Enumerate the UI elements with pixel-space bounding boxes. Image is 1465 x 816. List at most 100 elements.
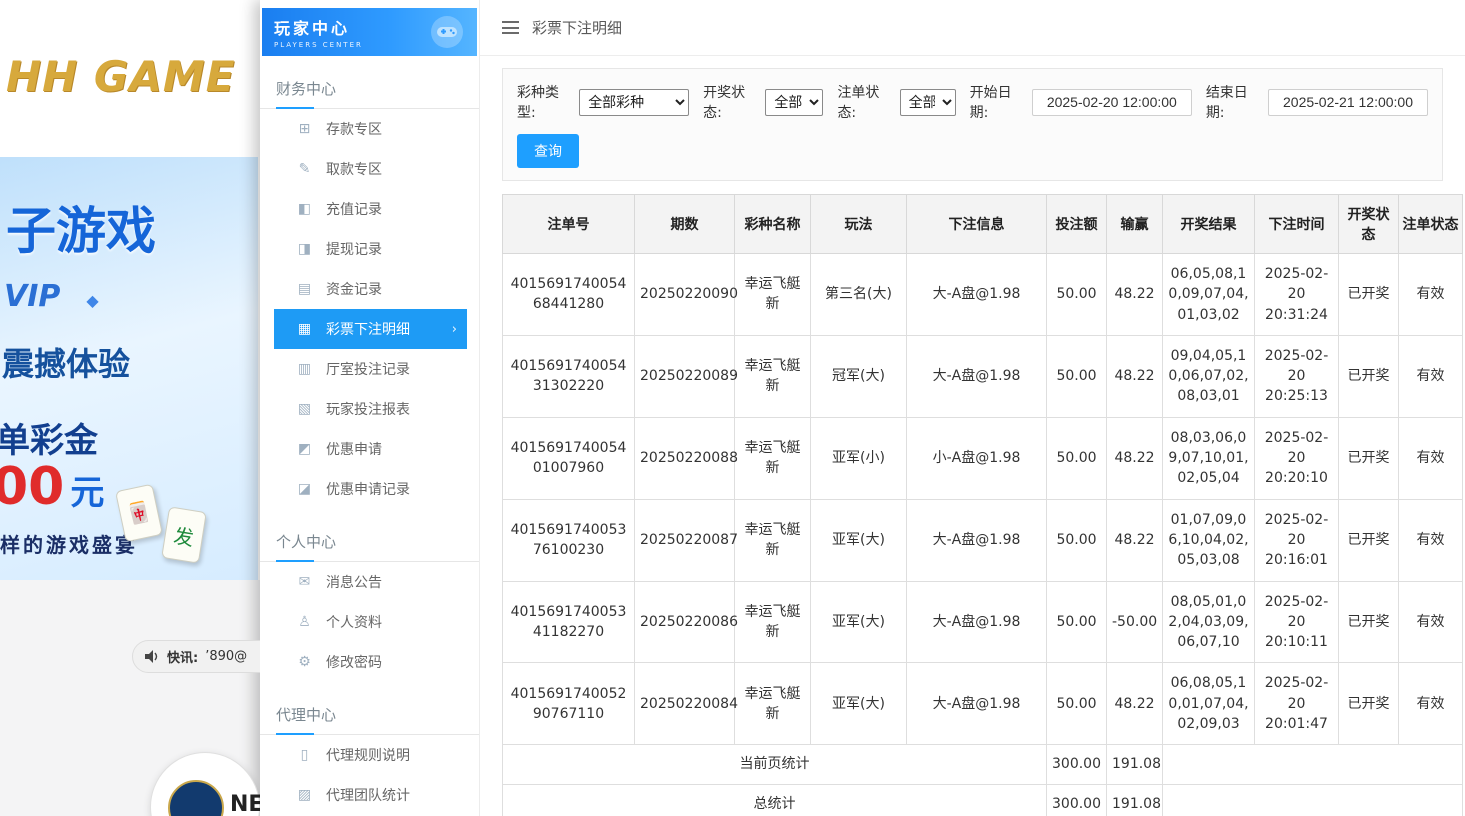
sidebar-item[interactable]: ◩优惠申请	[260, 429, 479, 469]
header-row: 注单号期数彩种名称玩法下注信息投注额输赢开奖结果下注时间开奖状态注单状态	[503, 195, 1463, 254]
banner-amount-number: 00	[0, 457, 64, 517]
sidebar-item[interactable]: ▦彩票下注明细›	[274, 309, 467, 349]
table-cell: 401569174005468441280	[503, 254, 635, 336]
table-body: 40156917400546844128020250220090幸运飞艇新第三名…	[503, 254, 1463, 816]
partner-logo-text: NE	[230, 792, 260, 816]
banner-shock-text: 震撼体验	[2, 339, 130, 385]
ticker-text: ’890@	[205, 649, 247, 664]
summary-row: 当前页统计300.00191.08	[503, 745, 1463, 784]
table-cell: 20250220087	[635, 499, 735, 581]
table-cell: 大-A盘@1.98	[907, 663, 1047, 745]
table-cell: 幸运飞艇新	[735, 417, 811, 499]
table-cell: 401569174005401007960	[503, 417, 635, 499]
sidebar-section-title: 财务中心	[260, 70, 479, 109]
column-header: 注单状态	[1399, 195, 1463, 254]
table-cell: 401569174005341182270	[503, 581, 635, 663]
table-cell: 有效	[1399, 581, 1463, 663]
search-button[interactable]: 查询	[517, 134, 579, 168]
news-ticker: 快讯: ’890@	[132, 640, 260, 673]
lottery-type-select[interactable]: 全部彩种	[579, 89, 689, 116]
page-title: 彩票下注明细	[532, 17, 622, 38]
summary-winloss-total: 191.08	[1107, 784, 1163, 816]
deposit-icon: ⊞	[296, 121, 313, 137]
summary-empty	[1163, 745, 1463, 784]
sidebar-item[interactable]: ◧充值记录	[260, 189, 479, 229]
sidebar-item[interactable]: ✎取款专区	[260, 149, 479, 189]
table-cell: 20250220088	[635, 417, 735, 499]
sidebar-item[interactable]: ▥厅室投注记录	[260, 349, 479, 389]
banner-vip: VIP ◆	[4, 279, 99, 314]
sidebar-item-label: 优惠申请	[326, 439, 382, 459]
sidebar-item[interactable]: ▯ 代理规则说明	[260, 735, 479, 775]
table-cell: 有效	[1399, 335, 1463, 417]
table-cell: 已开奖	[1339, 417, 1399, 499]
table-cell: 50.00	[1047, 581, 1107, 663]
table-cell: 48.22	[1107, 499, 1163, 581]
table-cell: 48.22	[1107, 254, 1163, 336]
draw-status-select[interactable]: 全部	[765, 89, 823, 116]
gamepad-icon	[431, 16, 463, 48]
table-cell: 50.00	[1047, 335, 1107, 417]
sidebar-item-label: 代理规则说明	[326, 745, 410, 765]
table-cell: 已开奖	[1339, 254, 1399, 336]
table-cell: 幸运飞艇新	[735, 499, 811, 581]
bet-status-select[interactable]: 全部	[900, 89, 956, 116]
sidebar-section-title: 代理中心	[260, 696, 479, 735]
agent-rules-icon: ▯	[296, 747, 313, 763]
summary-empty	[1163, 784, 1463, 816]
table-cell: 01,07,09,06,10,04,02,05,03,08	[1163, 499, 1255, 581]
table-cell: 08,03,06,09,07,10,01,02,05,04	[1163, 417, 1255, 499]
start-date-input[interactable]	[1032, 89, 1192, 116]
table-cell: 20250220090	[635, 254, 735, 336]
sidebar-item[interactable]: ⊞存款专区	[260, 109, 479, 149]
diamond-icon: ◆	[86, 291, 98, 310]
sidebar-header: 玩家中心 PLAYERS CENTER	[262, 8, 477, 56]
promo-banner: 子游戏 VIP◆ 震撼体验 单彩金 00元 样的游戏盛宴 🀄 发	[0, 157, 258, 580]
table-cell: 已开奖	[1339, 663, 1399, 745]
sidebar-item-label: 代理团队统计	[326, 785, 410, 805]
table-cell: 20250220089	[635, 335, 735, 417]
summary-winloss-total: 191.08	[1107, 745, 1163, 784]
profile-icon: ♙	[296, 614, 313, 630]
sidebar-item[interactable]: ▧ 玩家投注报表	[260, 389, 479, 429]
player-report-icon: ▧	[296, 401, 313, 417]
column-header: 期数	[635, 195, 735, 254]
sidebar-item[interactable]: ♙个人资料	[260, 602, 479, 642]
column-header: 注单号	[503, 195, 635, 254]
sidebar-item[interactable]: ⚙修改密码	[260, 642, 479, 682]
table-cell: 401569174005290767110	[503, 663, 635, 745]
table-cell: 大-A盘@1.98	[907, 254, 1047, 336]
sidebar-item[interactable]: ◨提现记录	[260, 229, 479, 269]
table-cell: 亚军(大)	[811, 499, 907, 581]
sidebar-item[interactable]: ▨代理团队统计	[260, 775, 479, 815]
message-icon: ✉	[296, 574, 313, 590]
table-cell: 08,05,01,02,04,03,09,06,07,10	[1163, 581, 1255, 663]
speaker-icon	[145, 650, 160, 663]
banner-amount-unit: 元	[70, 473, 104, 513]
table-cell: 50.00	[1047, 499, 1107, 581]
sidebar-item[interactable]: ◪优惠申请记录	[260, 469, 479, 509]
topbar: 彩票下注明细	[480, 0, 1465, 56]
start-date-label: 开始日期:	[970, 82, 1026, 122]
table-cell: 大-A盘@1.98	[907, 335, 1047, 417]
promo-record-icon: ◪	[296, 481, 313, 497]
main-area: 彩票下注明细 彩种类型: 全部彩种 开奖状态: 全部 注单状态:	[480, 0, 1465, 816]
banner-vip-text: VIP	[4, 279, 60, 314]
menu-icon[interactable]	[502, 21, 519, 34]
table-cell: 小-A盘@1.98	[907, 417, 1047, 499]
password-gear-icon: ⚙	[296, 654, 313, 670]
table-cell: 冠军(大)	[811, 335, 907, 417]
table-cell: 亚军(大)	[811, 663, 907, 745]
end-date-input[interactable]	[1268, 89, 1428, 116]
ticker-label: 快讯:	[167, 647, 198, 666]
withdraw-icon: ✎	[296, 161, 313, 177]
table-row: 40156917400546844128020250220090幸运飞艇新第三名…	[503, 254, 1463, 336]
sidebar-item[interactable]: ✉ 消息公告	[260, 562, 479, 602]
table-cell: 2025-02-20 20:16:01	[1255, 499, 1339, 581]
sidebar-item-label: 玩家投注报表	[326, 399, 410, 419]
sidebar-item[interactable]: ▤资金记录	[260, 269, 479, 309]
banner-bonus-text: 单彩金	[0, 413, 98, 462]
table-cell: 大-A盘@1.98	[907, 499, 1047, 581]
sidebar-item-label: 消息公告	[326, 572, 382, 592]
table-row: 40156917400543130222020250220089幸运飞艇新冠军(…	[503, 335, 1463, 417]
